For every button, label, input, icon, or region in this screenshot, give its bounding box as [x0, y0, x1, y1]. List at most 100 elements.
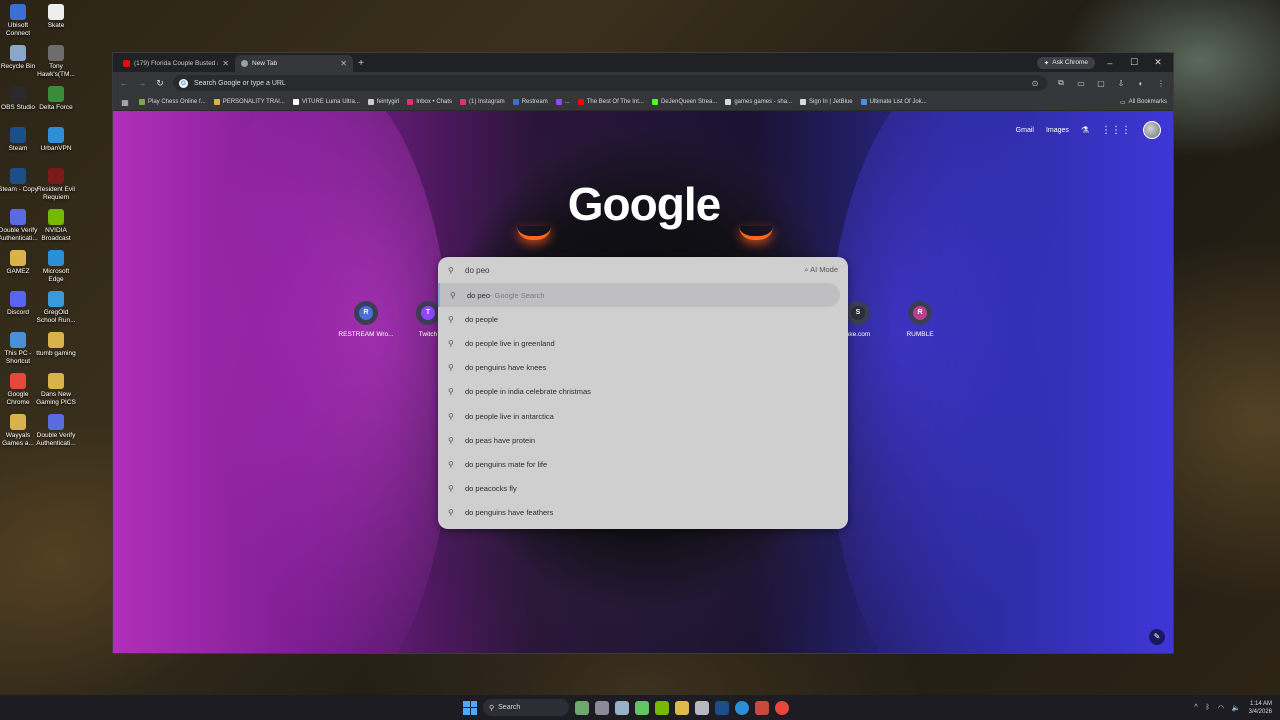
edge-icon[interactable]	[735, 700, 749, 715]
labs-flask-icon[interactable]: ⚗	[1081, 125, 1089, 136]
bookmark-item[interactable]: The Best Of The Int...	[577, 99, 644, 105]
reload-icon[interactable]: ↻	[155, 78, 165, 89]
settings-gear-icon[interactable]	[615, 700, 629, 715]
desktop-icon[interactable]: Steam - Copy	[0, 168, 38, 194]
menu-icon[interactable]: ⋮	[1155, 79, 1167, 88]
suggestion-item[interactable]: ⚲ do peo ple in india celebrate christmas	[438, 380, 848, 404]
account-avatar[interactable]	[1143, 121, 1161, 139]
taskbar-search[interactable]: ⚲ Search	[483, 699, 569, 716]
windows-start-icon[interactable]	[463, 700, 477, 715]
omnibox[interactable]: G Search Google or type a URL ⊙	[173, 75, 1047, 91]
suggestion-item[interactable]: ⚲ do pe nguins mate for life	[438, 452, 848, 476]
task-view-icon[interactable]	[595, 700, 609, 715]
desktop-icon[interactable]: Resident Evil Requiem	[36, 168, 76, 202]
chevron-up-icon[interactable]: ^	[1194, 704, 1197, 711]
desktop-icon[interactable]: UrbanVPN	[36, 127, 76, 153]
images-link[interactable]: Images	[1046, 127, 1069, 134]
app-shortcut-icon	[48, 45, 64, 61]
app-shortcut-icon	[10, 209, 26, 225]
customize-pencil-icon[interactable]: ✎	[1149, 629, 1165, 645]
clock[interactable]: 1:14 AM 3/4/2026	[1249, 700, 1272, 716]
search-input-value[interactable]: do peo	[465, 266, 796, 275]
desktop-icon-label: Microsoft Edge	[42, 268, 70, 283]
all-bookmarks-button[interactable]: ▭ All Bookmarks	[1120, 99, 1167, 106]
bookmark-item[interactable]: DeJenQueen Strea...	[651, 99, 717, 105]
desktop-icon[interactable]: Wayyals Games a...	[0, 414, 38, 448]
tab-close-icon[interactable]: ✕	[340, 59, 347, 68]
back-icon[interactable]: ←	[119, 78, 129, 88]
new-tab-button[interactable]: +	[353, 55, 369, 72]
lens-icon[interactable]: ⊙	[1029, 79, 1041, 88]
file-explorer-icon[interactable]	[675, 700, 689, 715]
widgets-icon[interactable]	[575, 700, 589, 715]
tab-new-tab[interactable]: New Tab ✕	[235, 55, 353, 72]
steam-icon[interactable]	[715, 700, 729, 715]
bookmark-item[interactable]: Play Chess Online f...	[139, 99, 206, 105]
suggestion-item[interactable]: ⚲ do peo ple live in greenland	[438, 331, 848, 355]
desktop-icon[interactable]: GAMEZ	[0, 250, 38, 276]
ask-chrome-button[interactable]: ✦ Ask Chrome	[1036, 56, 1095, 69]
sidepanel-icon[interactable]: ▭	[1075, 79, 1087, 88]
suggestion-item[interactable]: ⚲ do pe nguins have knees	[438, 356, 848, 380]
bookmark-item[interactable]: Ultimate List Of Jok...	[860, 99, 927, 105]
suggestion-item[interactable]: ⚲ do peo ple live in antarctica	[438, 404, 848, 428]
extensions-icon[interactable]: ⧉	[1055, 78, 1067, 88]
desktop-icon[interactable]: Ubisoft Connect	[0, 4, 38, 38]
desktop-icon[interactable]: Double Verify Authenticati...	[0, 209, 38, 243]
wifi-icon[interactable]: ◠	[1218, 704, 1224, 712]
chrome-taskbar-icon[interactable]	[775, 700, 789, 715]
bookmark-item[interactable]: Restream	[512, 99, 548, 105]
desktop-icon[interactable]: Discord	[0, 291, 38, 317]
suggestion-item[interactable]: ⚲ do pe acocks fly	[438, 477, 848, 501]
bookmark-item[interactable]: VITURE Luma Ultra...	[292, 99, 360, 105]
bookmark-item[interactable]: (1) Instagram	[460, 99, 505, 105]
bookmark-item[interactable]: PERSONALITY TRAI...	[213, 99, 285, 105]
close-window-button[interactable]: ✕	[1149, 57, 1167, 68]
desktop-icon[interactable]: NVIDIA Broadcast	[36, 209, 76, 243]
desktop-icon[interactable]: GregOld School Run...	[36, 291, 76, 325]
desktop-icon[interactable]: Recycle Bin	[0, 45, 38, 71]
bookmark-item[interactable]: games games - sha...	[725, 99, 792, 105]
desktop-icon[interactable]: Microsoft Edge	[36, 250, 76, 284]
desktop-icon[interactable]: This PC - Shortcut	[0, 332, 38, 366]
media-player-icon[interactable]	[635, 700, 649, 715]
tab-close-icon[interactable]: ✕	[222, 59, 229, 68]
app-icon[interactable]	[755, 700, 769, 715]
bookmark-item[interactable]: Sign In | JetBlue	[800, 99, 853, 105]
desktop-icon[interactable]: OBS Studio	[0, 86, 38, 112]
desktop-icon[interactable]: Steam	[0, 127, 38, 153]
cast-icon[interactable]: ▢	[1095, 79, 1107, 88]
profile-icon[interactable]: ◐	[1135, 79, 1147, 88]
bluetooth-icon[interactable]: ᛒ	[1206, 704, 1210, 711]
downloads-icon[interactable]: ⇩	[1115, 79, 1127, 88]
desktop-icon[interactable]: Skate	[36, 4, 76, 30]
desktop-icon[interactable]: ttumb gaming	[36, 332, 76, 358]
suggestion-item[interactable]: ⚲ do pe nguins have feathers	[438, 501, 848, 525]
tab-youtube[interactable]: (179) Florida Couple Busted at... ✕	[117, 55, 235, 72]
google-apps-icon[interactable]: ⋮⋮⋮	[1101, 125, 1131, 136]
volume-icon[interactable]: 🔈	[1232, 704, 1241, 712]
desktop-icon[interactable]: Google Chrome	[0, 373, 38, 407]
suggestion-item[interactable]: ⚲ do pe as have protein	[438, 428, 848, 452]
minimize-button[interactable]: –	[1101, 58, 1119, 68]
bookmark-item[interactable]: ...	[555, 99, 570, 105]
search-input[interactable]: ⚲ do peo ⌕ AI Mode	[438, 257, 848, 283]
bookmark-item[interactable]: feintygirl	[367, 99, 399, 105]
desktop-icon[interactable]: Double Verify Authenticati...	[36, 414, 76, 448]
desktop-icon-label: Google Chrome	[6, 391, 30, 406]
desktop-icon[interactable]: Tony Hawk's(TM...	[36, 45, 76, 79]
shortcut-restream[interactable]: R RESTREAM Wro...	[331, 301, 401, 338]
maximize-button[interactable]: ☐	[1125, 57, 1143, 68]
nvidia-icon[interactable]	[655, 700, 669, 715]
gmail-link[interactable]: Gmail	[1016, 127, 1034, 134]
apps-shortcut-icon[interactable]: ▦	[119, 98, 131, 107]
forward-icon[interactable]: →	[137, 78, 147, 88]
desktop-icon[interactable]: Dans New Gaming PICS	[36, 373, 76, 407]
ai-mode-button[interactable]: ⌕ AI Mode	[804, 265, 838, 275]
suggestion-item[interactable]: ⚲ do peo ple	[438, 307, 848, 331]
bookmark-item[interactable]: Inbox • Chats	[407, 99, 452, 105]
suggestion-item[interactable]: ⚲ do peo - Google Search	[438, 283, 840, 308]
desktop-icon[interactable]: Delta Force	[36, 86, 76, 112]
store-icon[interactable]	[695, 700, 709, 715]
shortcut-rumble[interactable]: R RUMBLE	[885, 301, 955, 338]
